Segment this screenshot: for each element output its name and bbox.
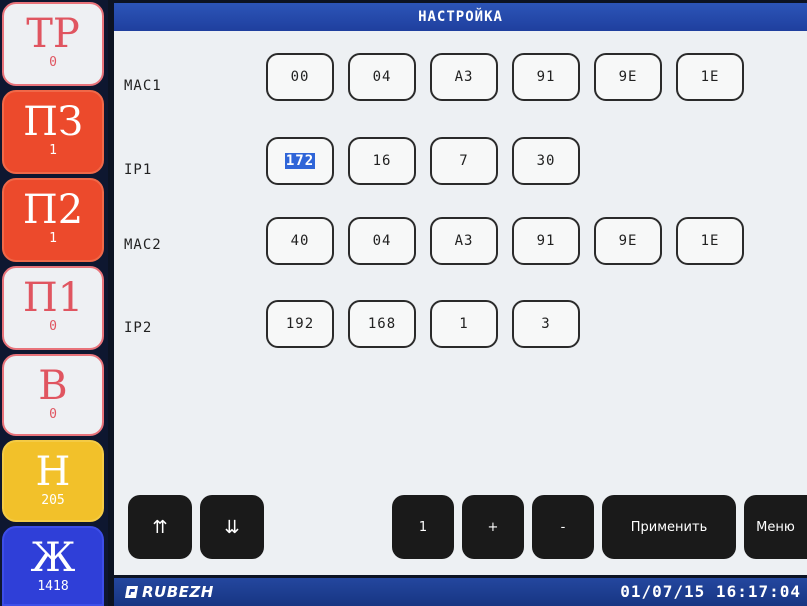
sidebar-button-label: В: [38, 363, 68, 409]
sidebar-button-count: 0: [49, 319, 57, 334]
sidebar-button-label: П1: [22, 275, 84, 321]
plus-button[interactable]: +: [462, 495, 524, 559]
sidebar-button-count: 1: [49, 231, 57, 246]
sidebar-button-label: Ж: [30, 535, 76, 581]
mac1-field-1[interactable]: 00: [266, 53, 334, 101]
sidebar-button-label: П2: [22, 187, 84, 233]
minus-button[interactable]: -: [532, 495, 594, 559]
mac2-field-4[interactable]: 91: [512, 217, 580, 265]
sidebar: ТР 0 ПЗ 1 П2 1 П1 0 В 0 Н 205 Ж 1418: [0, 0, 108, 606]
logo: RUBEZH: [124, 582, 214, 602]
sidebar-button-label: ПЗ: [23, 99, 83, 145]
sidebar-button-p2[interactable]: П2 1: [2, 178, 104, 262]
ip1-field-4[interactable]: 30: [512, 137, 580, 185]
mac2-field-2[interactable]: 04: [348, 217, 416, 265]
mac2-label: MAC2: [124, 237, 162, 253]
sidebar-button-label: Н: [35, 449, 71, 495]
mac1-field-2[interactable]: 04: [348, 53, 416, 101]
ip2-label: IP2: [124, 320, 153, 336]
mac1-field-6[interactable]: 1E: [676, 53, 744, 101]
ip2-field-4[interactable]: 3: [512, 300, 580, 348]
apply-button[interactable]: Применить: [602, 495, 736, 559]
mac2-field-5[interactable]: 9E: [594, 217, 662, 265]
sidebar-button-tr[interactable]: ТР 0: [2, 2, 104, 86]
scroll-up-button[interactable]: ⇈: [128, 495, 192, 559]
ip2-field-3[interactable]: 1: [430, 300, 498, 348]
status-bar: RUBEZH 01/07/15 16:17:04: [114, 578, 807, 606]
sidebar-button-count: 0: [49, 55, 57, 70]
mac2-field-6[interactable]: 1E: [676, 217, 744, 265]
ip1-label: IP1: [124, 162, 153, 178]
ip1-field-3[interactable]: 7: [430, 137, 498, 185]
ip1-field-2[interactable]: 16: [348, 137, 416, 185]
mac1-field-4[interactable]: 91: [512, 53, 580, 101]
sidebar-button-zh[interactable]: Ж 1418: [2, 526, 104, 606]
mac2-field-3[interactable]: A3: [430, 217, 498, 265]
sidebar-button-pz[interactable]: ПЗ 1: [2, 90, 104, 174]
ip2-field-1[interactable]: 192: [266, 300, 334, 348]
sidebar-button-count: 205: [41, 493, 65, 508]
ip2-field-2[interactable]: 168: [348, 300, 416, 348]
main-panel: НАСТРОЙКА MAC1 00 04 A3 91 9E 1E IP1 172…: [114, 3, 807, 575]
rubezh-logo-icon: [125, 586, 138, 598]
ip1-field-1[interactable]: 172: [266, 137, 334, 185]
mac1-field-5[interactable]: 9E: [594, 53, 662, 101]
scroll-down-button[interactable]: ⇊: [200, 495, 264, 559]
selected-value: 172: [284, 153, 316, 169]
page-title: НАСТРОЙКА: [114, 3, 807, 31]
sidebar-button-label: ТР: [26, 11, 80, 57]
sidebar-button-p1[interactable]: П1 0: [2, 266, 104, 350]
number-button[interactable]: 1: [392, 495, 454, 559]
sidebar-button-n[interactable]: Н 205: [2, 440, 104, 522]
mac2-field-1[interactable]: 40: [266, 217, 334, 265]
sidebar-button-count: 1418: [37, 579, 69, 594]
sidebar-button-count: 1: [49, 143, 57, 158]
mac1-field-3[interactable]: A3: [430, 53, 498, 101]
sidebar-button-v[interactable]: В 0: [2, 354, 104, 436]
menu-button[interactable]: Меню: [744, 495, 807, 559]
mac1-label: MAC1: [124, 78, 162, 94]
sidebar-button-count: 0: [49, 407, 57, 422]
datetime: 01/07/15 16:17:04: [620, 582, 801, 601]
logo-text: RUBEZH: [142, 583, 214, 601]
